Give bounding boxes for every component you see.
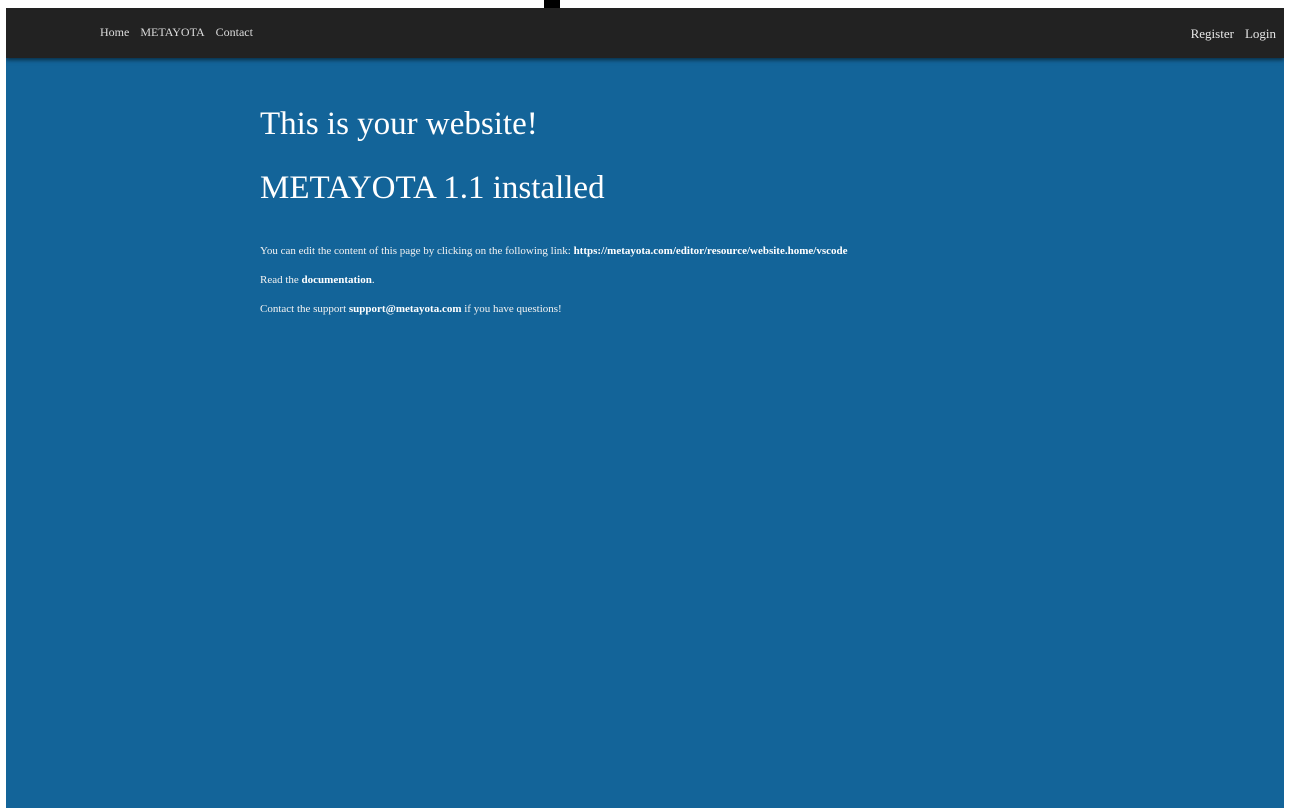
documentation-text: Read the xyxy=(260,274,302,286)
install-status-heading: METAYOTA 1.1 installed xyxy=(260,170,605,206)
main-content: This is your website! METAYOTA 1.1 insta… xyxy=(260,102,1160,315)
top-navbar: Home METAYOTA Contact Register Login xyxy=(6,8,1284,58)
support-line: Contact the support support@metayota.com… xyxy=(260,303,562,315)
support-text-end: if you have questions! xyxy=(461,303,562,315)
editor-link[interactable]: https://metayota.com/editor/resource/web… xyxy=(574,245,848,257)
top-edge-marker xyxy=(544,0,560,8)
nav-right-group: Register Login xyxy=(1191,26,1276,42)
nav-register-link[interactable]: Register xyxy=(1191,26,1234,42)
documentation-link[interactable]: documentation xyxy=(302,274,372,286)
nav-home-link[interactable]: Home xyxy=(100,25,129,40)
page-title: This is your website! xyxy=(260,106,538,142)
documentation-line: Read the documentation. xyxy=(260,274,375,286)
edit-instructions: You can edit the content of this page by… xyxy=(260,245,848,257)
nav-contact-link[interactable]: Contact xyxy=(216,25,253,40)
nav-metayota-link[interactable]: METAYOTA xyxy=(140,25,204,40)
browser-viewport: Home METAYOTA Contact Register Login Thi… xyxy=(6,8,1284,808)
nav-left-group: Home METAYOTA Contact xyxy=(100,25,253,40)
documentation-text-end: . xyxy=(371,274,375,286)
nav-login-link[interactable]: Login xyxy=(1245,26,1276,42)
support-email-link[interactable]: support@metayota.com xyxy=(349,303,462,315)
edit-instructions-text: You can edit the content of this page by… xyxy=(260,245,574,257)
support-text: Contact the support xyxy=(260,303,349,315)
